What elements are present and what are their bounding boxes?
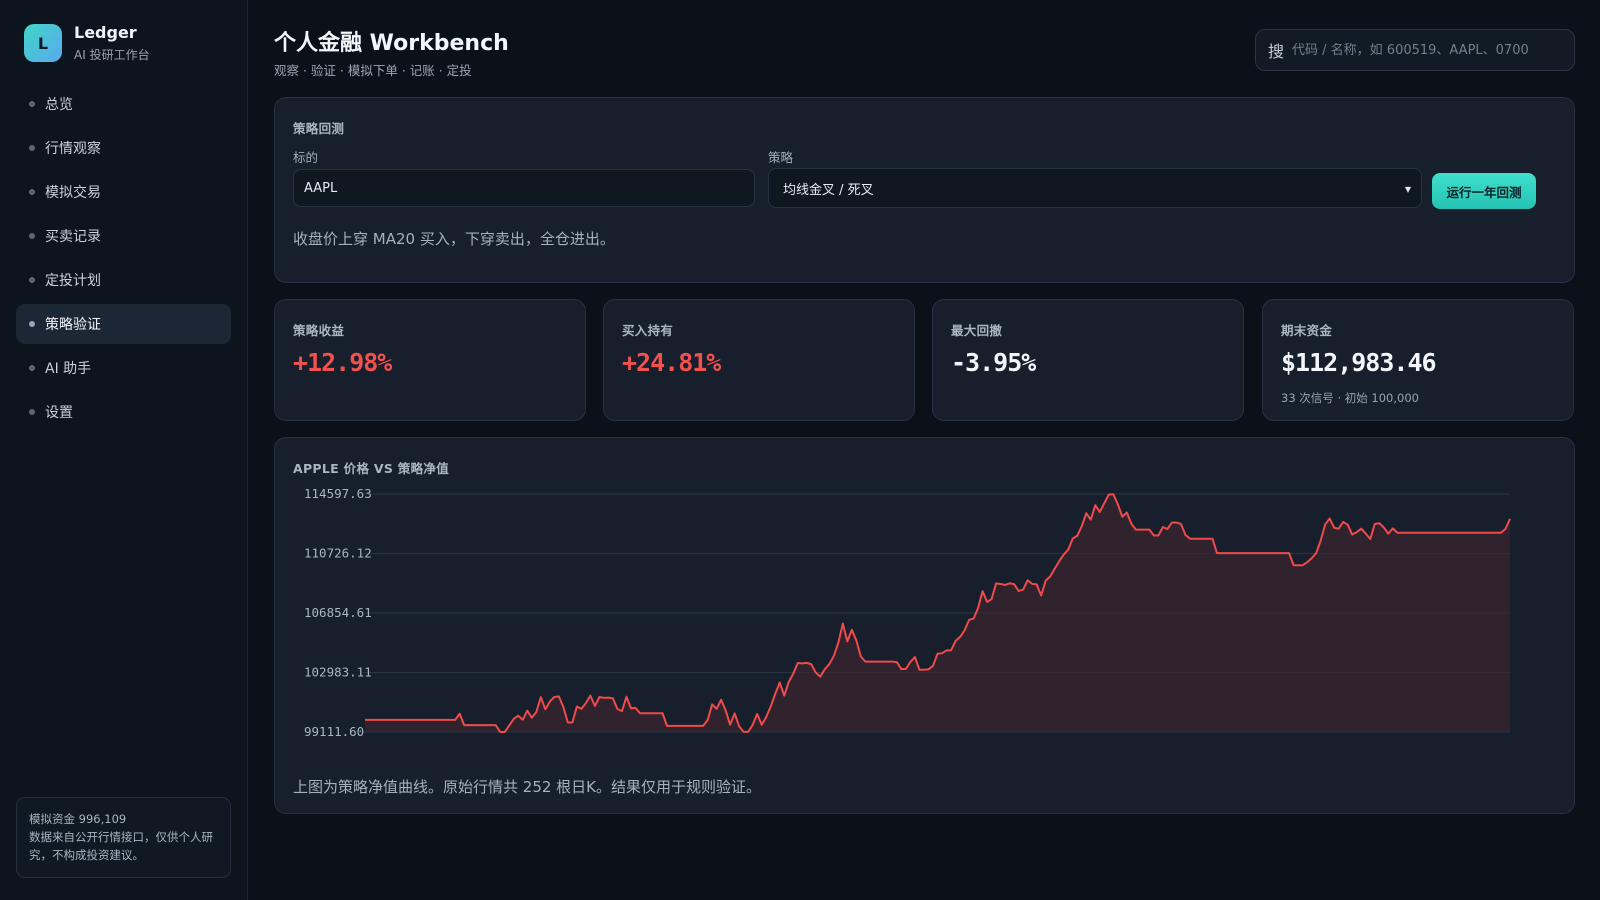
- sidebar-item-label: 总览: [45, 97, 73, 113]
- y-tick-label: 110726.12: [304, 546, 372, 561]
- equity-chart: 114597.63 110726.12 106854.61 102983.11 9911…: [304, 486, 1511, 739]
- chart-footnote: 上图为策略净值曲线。原始行情共 252 根日K。结果仅用于规则验证。: [293, 778, 762, 796]
- stat-title: 期末资金: [1281, 323, 1333, 338]
- search-box[interactable]: 搜: [1255, 29, 1575, 71]
- strategy-description: 收盘价上穿 MA20 买入，下穿卖出，全仓进出。: [293, 230, 615, 248]
- stat-card-max-drawdown: 最大回撤 -3.95%: [932, 299, 1244, 421]
- bullet-icon: [29, 365, 35, 371]
- symbol-input[interactable]: [293, 169, 755, 207]
- run-backtest-button[interactable]: 运行一年回测: [1432, 173, 1536, 209]
- sidebar-item-label: 行情观察: [45, 141, 101, 157]
- brand-logo: L: [24, 24, 62, 62]
- search-input[interactable]: [1292, 42, 1563, 58]
- page-title: 个人金融 Workbench: [274, 31, 509, 56]
- sidebar-item[interactable]: 模拟交易: [16, 172, 231, 212]
- sidebar-item-label: 模拟交易: [45, 185, 101, 201]
- y-tick-label: 106854.61: [304, 605, 372, 620]
- stat-card-strategy-return: 策略收益 +12.98%: [274, 299, 586, 421]
- bullet-icon: [29, 189, 35, 195]
- sidebar: L Ledger AI 投研工作台 总览行情观察模拟交易买卖记录定投计划策略验证…: [0, 0, 248, 900]
- equity-chart-panel: APPLE 价格 VS 策略净值 114597.63 110726.12 10685…: [274, 437, 1575, 814]
- sidebar-item-label: 设置: [45, 405, 73, 421]
- stat-value: $112,983.46: [1281, 348, 1437, 377]
- bullet-icon: [29, 277, 35, 283]
- stat-value: +24.81%: [622, 348, 721, 377]
- stat-card-buy-hold: 买入持有 +24.81%: [603, 299, 915, 421]
- backtest-panel: 策略回测 标的 策略 均线金叉 / 死叉 ▾ 运行一年回测 收盘价上穿 MA20…: [274, 97, 1575, 283]
- search-icon: 搜: [1268, 42, 1285, 61]
- stat-title: 策略收益: [293, 323, 345, 338]
- sidebar-item-label: 策略验证: [45, 317, 101, 333]
- strategy-select[interactable]: 均线金叉 / 死叉 ▾: [768, 168, 1422, 208]
- bullet-icon: [29, 145, 35, 151]
- stat-card-final-capital: 期末资金 $112,983.46 33 次信号 · 初始 100,000: [1262, 299, 1574, 421]
- page-subtitle: 观察 · 验证 · 模拟下单 · 记账 · 定投: [274, 63, 472, 78]
- symbol-label: 标的: [293, 150, 319, 165]
- sidebar-nav: 总览行情观察模拟交易买卖记录定投计划策略验证 AI 助手设置: [16, 84, 231, 436]
- bullet-icon: [29, 321, 35, 327]
- sidebar-disclaimer: 模拟资金 996,109 数据来自公开行情接口，仅供个人研究，不构成投资建议。: [16, 797, 231, 878]
- sidebar-item-label: 定投计划: [45, 273, 101, 289]
- bullet-icon: [29, 409, 35, 415]
- brand-name: Ledger: [74, 23, 137, 42]
- sidebar-item[interactable]: 策略验证: [16, 304, 231, 344]
- bullet-icon: [29, 101, 35, 107]
- sidebar-item-label: 买卖记录: [45, 229, 101, 245]
- stat-value: +12.98%: [293, 348, 392, 377]
- main-content: 个人金融 Workbench 观察 · 验证 · 模拟下单 · 记账 · 定投 …: [248, 0, 1600, 900]
- backtest-title: 策略回测: [293, 121, 345, 136]
- sidebar-item[interactable]: 买卖记录: [16, 216, 231, 256]
- stat-title: 最大回撤: [951, 323, 1003, 338]
- bullet-icon: [29, 233, 35, 239]
- strategy-label: 策略: [768, 150, 794, 165]
- y-tick-label: 102983.11: [304, 665, 372, 680]
- disclaimer-text: 数据来自公开行情接口，仅供个人研究，不构成投资建议。: [29, 830, 213, 862]
- strategy-selected-value: 均线金叉 / 死叉: [783, 182, 874, 198]
- sidebar-item[interactable]: 定投计划: [16, 260, 231, 300]
- y-tick-label: 114597.63: [304, 486, 372, 501]
- sidebar-item-label: AI 助手: [45, 361, 92, 377]
- sidebar-item[interactable]: AI 助手: [16, 348, 231, 388]
- sidebar-item[interactable]: 行情观察: [16, 128, 231, 168]
- sidebar-item[interactable]: 总览: [16, 84, 231, 124]
- brand[interactable]: L Ledger AI 投研工作台: [24, 23, 150, 63]
- sim-funds-text: 模拟资金 996,109: [29, 812, 127, 826]
- stat-title: 买入持有: [622, 323, 674, 338]
- brand-subtitle: AI 投研工作台: [74, 48, 150, 62]
- chevron-down-icon: ▾: [1404, 182, 1411, 196]
- sidebar-item[interactable]: 设置: [16, 392, 231, 432]
- stat-value: -3.95%: [951, 348, 1036, 377]
- y-tick-label: 99111.60: [304, 724, 364, 739]
- stat-subtext: 33 次信号 · 初始 100,000: [1281, 391, 1419, 405]
